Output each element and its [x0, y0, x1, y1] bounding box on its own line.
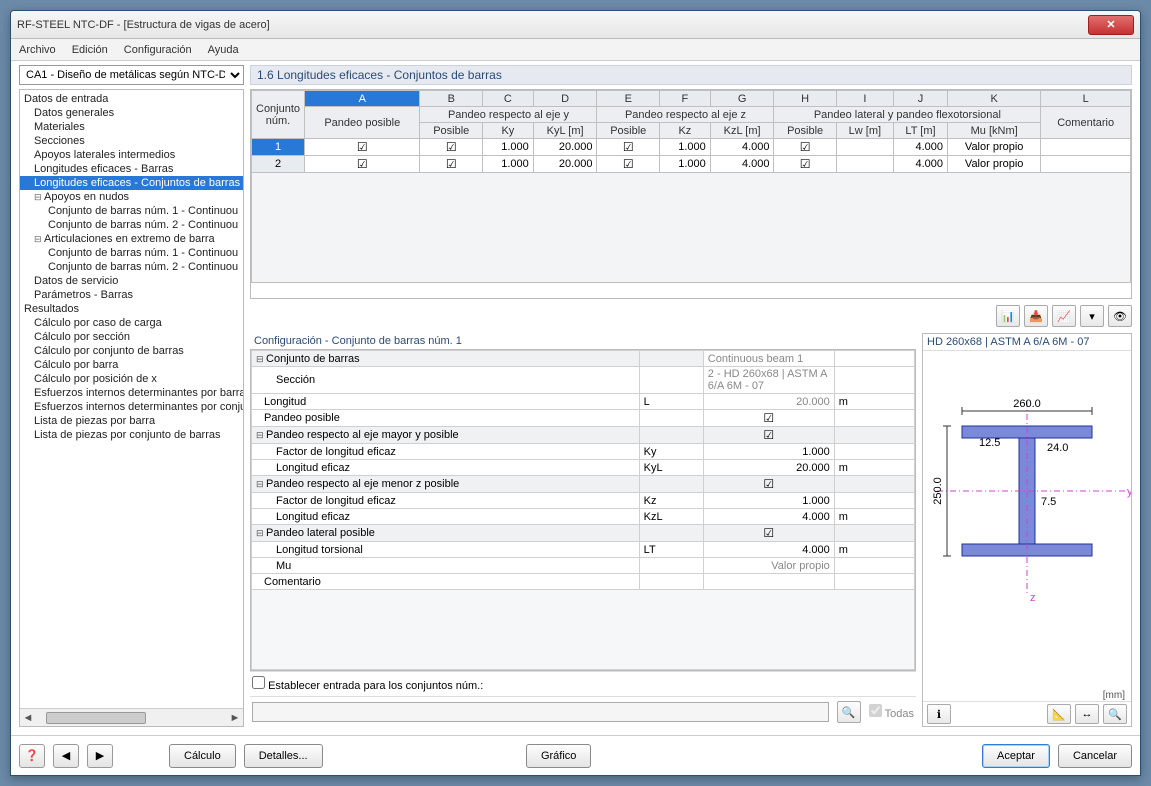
dimension-icon[interactable]: ↔: [1075, 704, 1099, 724]
establecer-checkbox[interactable]: Establecer entrada para los conjuntos nú…: [252, 676, 483, 692]
close-icon[interactable]: ✕: [1088, 15, 1134, 35]
tree-item[interactable]: Datos de servicio: [20, 274, 243, 288]
tree-item[interactable]: Cálculo por conjunto de barras: [20, 344, 243, 358]
titlebar: RF-STEEL NTC-DF - [Estructura de vigas d…: [11, 11, 1140, 39]
pick-icon[interactable]: 🔍: [837, 701, 861, 723]
app-window: RF-STEEL NTC-DF - [Estructura de vigas d…: [10, 10, 1141, 776]
section-drawing: y z 260.0 250.0 12.5 24.0: [923, 351, 1131, 689]
tree-item[interactable]: Materiales: [20, 120, 243, 134]
calculo-button[interactable]: Cálculo: [169, 744, 236, 768]
svg-text:24.0: 24.0: [1047, 442, 1068, 454]
svg-text:260.0: 260.0: [1013, 398, 1041, 410]
tree-item[interactable]: Secciones: [20, 134, 243, 148]
table-row: 1 1.000 20.000 1.000 4.000 4.000 Valor p…: [252, 139, 1131, 156]
next-icon[interactable]: ▶: [87, 744, 113, 768]
preview-title: HD 260x68 | ASTM A 6/A 6M - 07: [923, 334, 1131, 351]
detalles-button[interactable]: Detalles...: [244, 744, 323, 768]
tree-item[interactable]: Cálculo por barra: [20, 358, 243, 372]
tree-item[interactable]: Cálculo por caso de carga: [20, 316, 243, 330]
tree-item[interactable]: Conjunto de barras núm. 2 - Continuou: [20, 218, 243, 232]
tree-item-selected[interactable]: Longitudes eficaces - Conjuntos de barra…: [20, 176, 243, 190]
tree-item[interactable]: Conjunto de barras núm. 1 - Continuou: [20, 246, 243, 260]
col-letter[interactable]: A: [305, 91, 420, 107]
main-grid[interactable]: Conjunto núm. A B C D E F G H I J K: [250, 89, 1132, 299]
svg-text:7.5: 7.5: [1041, 496, 1056, 508]
grafico-button[interactable]: Gráfico: [526, 744, 591, 768]
grid-toolbar: 📊 📥 📈 ▾ 👁: [250, 303, 1132, 329]
tree-item[interactable]: Cálculo por posición de x: [20, 372, 243, 386]
svg-text:12.5: 12.5: [979, 437, 1000, 449]
svg-text:z: z: [1030, 592, 1036, 604]
excel-icon[interactable]: 📈: [1052, 305, 1076, 327]
menu-ayuda[interactable]: Ayuda: [208, 44, 239, 56]
tree-item[interactable]: Cálculo por sección: [20, 330, 243, 344]
config-title: Configuración - Conjunto de barras núm. …: [250, 333, 916, 349]
cancelar-button[interactable]: Cancelar: [1058, 744, 1132, 768]
menu-edicion[interactable]: Edición: [72, 44, 108, 56]
svg-text:250.0: 250.0: [932, 477, 944, 505]
aceptar-button[interactable]: Aceptar: [982, 744, 1050, 768]
tree-group-artic[interactable]: Articulaciones en extremo de barra: [20, 232, 243, 246]
window-title: RF-STEEL NTC-DF - [Estructura de vigas d…: [17, 19, 270, 31]
tree-item[interactable]: Esfuerzos internos determinantes por con…: [20, 400, 243, 414]
excel-import-icon[interactable]: 📥: [1024, 305, 1048, 327]
eye-icon[interactable]: 👁: [1108, 305, 1132, 327]
menu-configuracion[interactable]: Configuración: [124, 44, 192, 56]
tree-item[interactable]: Lista de piezas por barra: [20, 414, 243, 428]
prev-icon[interactable]: ◀: [53, 744, 79, 768]
tree-item[interactable]: Longitudes eficaces - Barras: [20, 162, 243, 176]
config-pane: Configuración - Conjunto de barras núm. …: [250, 333, 916, 727]
section-preview: HD 260x68 | ASTM A 6/A 6M - 07: [922, 333, 1132, 727]
todas-checkbox[interactable]: Todas: [869, 704, 914, 720]
tree-item[interactable]: Esfuerzos internos determinantes por bar…: [20, 386, 243, 400]
excel-export-icon[interactable]: 📊: [996, 305, 1020, 327]
tree-root-resultados[interactable]: Resultados: [20, 302, 243, 316]
tree-item[interactable]: Conjunto de barras núm. 1 - Continuou: [20, 204, 243, 218]
help-icon[interactable]: ❓: [19, 744, 45, 768]
property-grid[interactable]: Conjunto de barrasContinuous beam 1 Secc…: [250, 349, 916, 671]
section-lib-icon[interactable]: 📐: [1047, 704, 1071, 724]
tree-hscroll[interactable]: ◄►: [20, 708, 243, 726]
tree-item[interactable]: Lista de piezas por conjunto de barras: [20, 428, 243, 442]
filter-icon[interactable]: ▾: [1080, 305, 1104, 327]
checkbox-cell[interactable]: [305, 139, 420, 156]
table-row: 2 1.000 20.000 1.000 4.000 4.000 Valor p…: [252, 156, 1131, 173]
tree-group-apoyos[interactable]: Apoyos en nudos: [20, 190, 243, 204]
nav-tree-pane: Datos de entrada Datos generales Materia…: [19, 89, 244, 727]
tree-item[interactable]: Conjunto de barras núm. 2 - Continuou: [20, 260, 243, 274]
tree-item[interactable]: Datos generales: [20, 106, 243, 120]
svg-text:y: y: [1127, 486, 1131, 498]
menubar: Archivo Edición Configuración Ayuda: [11, 39, 1140, 61]
info-icon[interactable]: ℹ: [927, 704, 951, 724]
section-header: 1.6 Longitudes eficaces - Conjuntos de b…: [250, 65, 1132, 85]
tree-root-datos[interactable]: Datos de entrada: [20, 92, 243, 106]
nav-tree[interactable]: Datos de entrada Datos generales Materia…: [20, 90, 243, 708]
print-icon[interactable]: 🔍: [1103, 704, 1127, 724]
footer: ❓ ◀ ▶ Cálculo Detalles... Gráfico Acepta…: [11, 735, 1140, 775]
menu-archivo[interactable]: Archivo: [19, 44, 56, 56]
conjuntos-input[interactable]: [252, 702, 829, 722]
tree-item[interactable]: Parámetros - Barras: [20, 288, 243, 302]
col-conjunto: Conjunto núm.: [252, 91, 305, 139]
case-dropdown[interactable]: CA1 - Diseño de metálicas según NTC-DF: [19, 65, 244, 85]
tree-item[interactable]: Apoyos laterales intermedios: [20, 148, 243, 162]
